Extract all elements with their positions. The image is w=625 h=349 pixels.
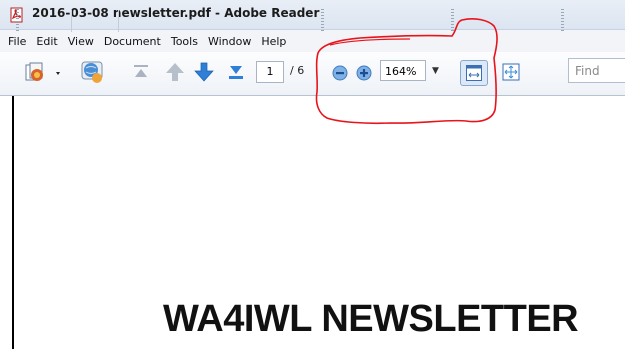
page-total: / 6 bbox=[290, 64, 305, 77]
first-page-icon[interactable] bbox=[131, 62, 151, 82]
menu-help[interactable]: Help bbox=[256, 35, 291, 48]
last-page-icon[interactable] bbox=[226, 62, 246, 82]
menu-file[interactable]: File bbox=[0, 35, 31, 48]
title-bar: 2016-03-08 newsletter.pdf - Adobe Reader bbox=[0, 0, 625, 30]
fit-width-button[interactable] bbox=[460, 60, 488, 86]
menu-tools[interactable]: Tools bbox=[166, 35, 203, 48]
menu-document[interactable]: Document bbox=[99, 35, 166, 48]
toolbar-grip[interactable] bbox=[561, 9, 564, 33]
zoom-level-input[interactable]: 164% bbox=[380, 60, 426, 81]
zoom-in-icon[interactable] bbox=[355, 64, 373, 82]
page-number-input[interactable]: 1 bbox=[256, 61, 284, 83]
toolbar-separator bbox=[118, 10, 119, 32]
find-input[interactable]: Find bbox=[568, 58, 625, 83]
zoom-out-icon[interactable] bbox=[331, 64, 349, 82]
previous-page-icon[interactable] bbox=[164, 61, 186, 83]
page-left-border bbox=[12, 96, 14, 349]
create-pdf-button[interactable] bbox=[24, 62, 64, 84]
menu-view[interactable]: View bbox=[63, 35, 99, 48]
zoom-dropdown-icon[interactable]: ▼ bbox=[432, 66, 439, 76]
next-page-icon[interactable] bbox=[193, 61, 215, 83]
window-title: 2016-03-08 newsletter.pdf - Adobe Reader bbox=[32, 6, 320, 20]
toolbar-grip[interactable] bbox=[451, 9, 454, 33]
toolbar-grip[interactable] bbox=[16, 9, 19, 33]
menu-window[interactable]: Window bbox=[203, 35, 256, 48]
menu-bar: File Edit View Document Tools Window Hel… bbox=[0, 30, 625, 52]
share-globe-icon[interactable] bbox=[79, 59, 107, 85]
fit-page-icon[interactable] bbox=[501, 62, 521, 82]
fit-width-icon bbox=[466, 65, 482, 81]
document-heading: WA4IWL NEWSLETTER bbox=[163, 298, 579, 340]
menu-edit[interactable]: Edit bbox=[31, 35, 62, 48]
toolbar-separator bbox=[71, 10, 72, 32]
toolbar-grip[interactable] bbox=[321, 9, 324, 33]
